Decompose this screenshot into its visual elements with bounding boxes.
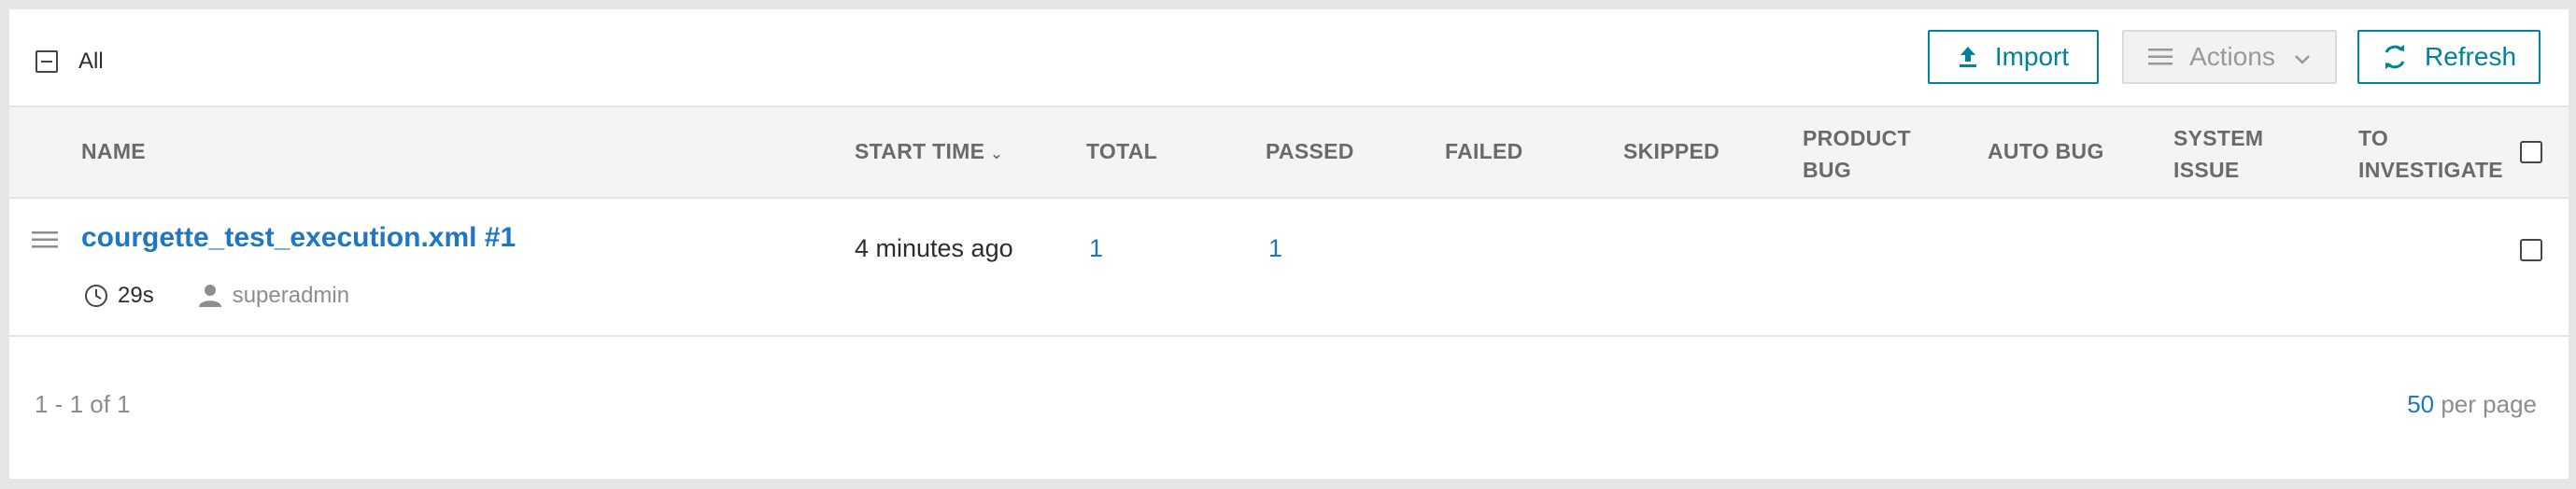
actions-dropdown[interactable]: Actions: [2122, 30, 2337, 84]
header-skipped[interactable]: SKIPPED: [1623, 135, 1720, 167]
select-all-label: All: [78, 49, 104, 74]
minus-checkbox-icon[interactable]: [35, 50, 58, 73]
toolbar: All Import Actions Refresh: [9, 9, 2569, 106]
pagination: 1 - 1 of 1 50 per page: [9, 337, 2569, 477]
clock-icon: [84, 284, 108, 308]
header-product-bug-line2: BUG: [1803, 158, 1852, 182]
header-auto-bug[interactable]: AUTO BUG: [1988, 135, 2104, 167]
total-count-link[interactable]: 1: [1089, 234, 1103, 263]
launch-owner[interactable]: superadmin: [233, 283, 349, 309]
pagination-range: 1 - 1 of 1: [35, 390, 131, 418]
select-all-control[interactable]: All: [35, 49, 104, 75]
hamburger-icon: [2148, 48, 2173, 66]
import-button[interactable]: Import: [1928, 30, 2099, 84]
import-label: Import: [1994, 42, 2070, 71]
header-select-checkbox[interactable]: [2520, 141, 2542, 163]
header-product-bug[interactable]: PRODUCT BUG: [1803, 122, 1911, 186]
table-header: NAME START TIME ⌄ TOTAL PASSED FAILED SKI…: [9, 105, 2569, 199]
header-to-investigate-line2: INVESTIGATE: [2358, 158, 2503, 182]
per-page-label: per page: [2441, 390, 2537, 418]
user-icon: [198, 284, 221, 308]
chevron-down-icon: [2294, 42, 2311, 72]
row-select-checkbox[interactable]: [2520, 239, 2542, 261]
header-to-investigate-line1: TO: [2358, 126, 2389, 150]
launch-meta: 29s superadmin: [84, 283, 349, 309]
header-system-issue[interactable]: SYSTEM ISSUE: [2173, 122, 2263, 186]
launch-name-link[interactable]: courgette_test_execution.xml #1: [81, 222, 516, 254]
per-page-value[interactable]: 50: [2407, 390, 2434, 418]
header-total[interactable]: TOTAL: [1086, 135, 1157, 167]
header-system-issue-line2: ISSUE: [2173, 158, 2240, 182]
header-start-time-label: START TIME: [855, 139, 985, 163]
header-product-bug-line1: PRODUCT: [1803, 126, 1911, 150]
sort-chevron-icon: ⌄: [990, 147, 1004, 162]
actions-label: Actions: [2189, 42, 2275, 71]
passed-count-link[interactable]: 1: [1268, 234, 1282, 263]
refresh-label: Refresh: [2424, 42, 2517, 71]
header-name[interactable]: NAME: [81, 135, 146, 167]
launch-duration: 29s: [118, 283, 154, 308]
per-page-selector[interactable]: 50 per page: [2407, 390, 2537, 419]
refresh-button[interactable]: Refresh: [2357, 30, 2541, 84]
header-passed[interactable]: PASSED: [1266, 135, 1354, 167]
header-to-investigate[interactable]: TO INVESTIGATE: [2358, 122, 2503, 186]
upload-icon: [1958, 45, 1978, 69]
header-system-issue-line1: SYSTEM: [2173, 126, 2264, 150]
refresh-icon: [2382, 43, 2408, 71]
launches-panel: All Import Actions Refresh NAME START TI…: [9, 9, 2569, 479]
row-menu-icon[interactable]: [32, 230, 58, 255]
start-time-cell: 4 minutes ago: [855, 234, 1013, 262]
header-start-time[interactable]: START TIME ⌄: [855, 135, 1003, 171]
header-failed[interactable]: FAILED: [1445, 135, 1523, 167]
table-row: courgette_test_execution.xml #1 29s supe…: [9, 199, 2569, 337]
